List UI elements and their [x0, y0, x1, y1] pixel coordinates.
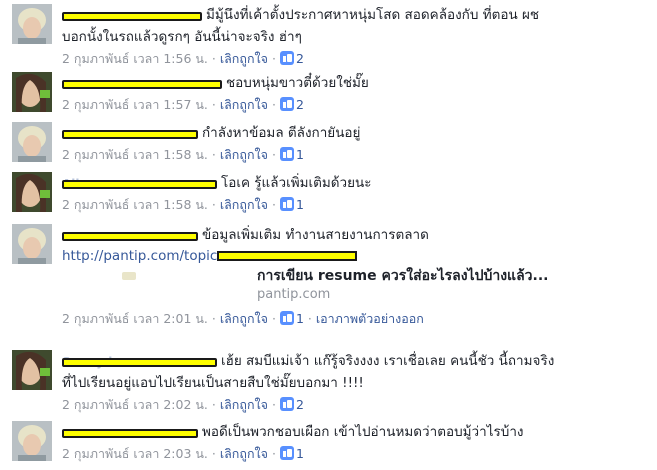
- thumbs-up-icon: [279, 97, 294, 111]
- preview-domain: pantip.com: [257, 287, 331, 302]
- comment-timestamp[interactable]: 2 กุมภาพันธ์ เวลา 1:58 น.: [62, 147, 208, 162]
- comment-text: โอเค รู้แล้วเพิ่มเติมด้วยนะ: [221, 175, 372, 191]
- avatar[interactable]: [12, 72, 52, 112]
- comment-timestamp[interactable]: 2 กุมภาพันธ์ เวลา 1:57 น.: [62, 97, 208, 112]
- unlike-link[interactable]: เลิกถูกใจ: [220, 311, 268, 326]
- like-count[interactable]: 1: [279, 446, 304, 461]
- shared-link[interactable]: http://pantip.com/topic: [62, 248, 217, 264]
- commenter-name-redacted[interactable]: [62, 123, 198, 141]
- comment-text: กำลังหาข้อมล ตีลังกายันอยู่: [202, 125, 361, 141]
- like-count[interactable]: 1: [279, 197, 304, 212]
- comment-text: พอดีเป็นพวกชอบเผือก เข้าไปอ่านหมดว่าตอบม…: [202, 424, 524, 440]
- link-redacted: [217, 251, 358, 261]
- commenter-name-redacted[interactable]: [62, 5, 202, 23]
- like-count[interactable]: 2: [279, 97, 304, 112]
- thumbs-up-icon: [279, 397, 294, 411]
- avatar[interactable]: [12, 4, 52, 44]
- unlike-link[interactable]: เลิกถูกใจ: [220, 147, 268, 162]
- preview-title[interactable]: การเขียน resume ควรใส่อะไรลงไปบ้างแล้ว..…: [257, 266, 548, 286]
- comment-text: เฮ้ย สมบีแม่เจ้า แก๊รู้จริงงงง เราเชื่อเ…: [221, 353, 555, 369]
- commenter-name-redacted[interactable]: [62, 73, 222, 91]
- like-count[interactable]: 2: [279, 397, 304, 412]
- commenter-name-redacted[interactable]: Alisa: [62, 173, 217, 191]
- unlike-link[interactable]: เลิกถูกใจ: [220, 397, 268, 412]
- avatar[interactable]: [12, 122, 52, 162]
- comment-text: ที่ไปเรียนอยู่แอบไปเรียนเป็นสายสืบใช่มั๊…: [62, 375, 364, 391]
- avatar[interactable]: [12, 224, 52, 264]
- comment-timestamp[interactable]: 2 กุมภาพันธ์ เวลา 2:01 น.: [62, 311, 208, 326]
- comment-timestamp[interactable]: 2 กุมภาพันธ์ เวลา 2:03 น.: [62, 446, 208, 461]
- thumbs-up-icon: [279, 147, 294, 161]
- comment-text: บอกนั้งในรถแล้วดูรกๆ อันนี้น่าจะจริง ฮ่า…: [62, 29, 302, 45]
- commenter-name-redacted[interactable]: [62, 422, 198, 440]
- commenter-name-redacted[interactable]: [62, 225, 198, 243]
- avatar[interactable]: [12, 172, 52, 212]
- unlike-link[interactable]: เลิกถูกใจ: [220, 197, 268, 212]
- comment-timestamp[interactable]: 2 กุมภาพันธ์ เวลา 2:02 น.: [62, 397, 208, 412]
- comment-text: มีมู้นึงที่เค้าตั้งประกาศหาหนุ่มโสด สอดค…: [206, 7, 540, 23]
- unlike-link[interactable]: เลิกถูกใจ: [220, 446, 268, 461]
- thumbs-up-icon: [279, 311, 294, 325]
- comment-text: ชอบหนุ่มขาวตี๋ด้วยใช่มั๊ย: [226, 75, 369, 91]
- like-count[interactable]: 2: [279, 51, 304, 66]
- avatar[interactable]: [12, 350, 52, 390]
- link-preview[interactable]: การเขียน resume ควรใส่อะไรลงไปบ้างแล้ว..…: [257, 266, 548, 304]
- remove-preview-link[interactable]: เอาภาพตัวอย่างออก: [316, 311, 424, 326]
- preview-image-icon: [122, 272, 136, 280]
- comment-timestamp[interactable]: 2 กุมภาพันธ์ เวลา 1:58 น.: [62, 197, 208, 212]
- comment-timestamp[interactable]: 2 กุมภาพันธ์ เวลา 1:56 น.: [62, 51, 208, 66]
- unlike-link[interactable]: เลิกถูกใจ: [220, 97, 268, 112]
- unlike-link[interactable]: เลิกถูกใจ: [220, 51, 268, 66]
- thumbs-up-icon: [279, 51, 294, 65]
- thumbs-up-icon: [279, 197, 294, 211]
- like-count[interactable]: 1: [279, 311, 304, 326]
- comment-text: ข้อมูลเพิ่มเติม ทำงานสายงานการตลาด: [202, 227, 429, 243]
- thumbs-up-icon: [279, 446, 294, 460]
- commenter-name-redacted[interactable]: Sunny ke: [62, 351, 217, 369]
- avatar[interactable]: [12, 421, 52, 461]
- like-count[interactable]: 1: [279, 147, 304, 162]
